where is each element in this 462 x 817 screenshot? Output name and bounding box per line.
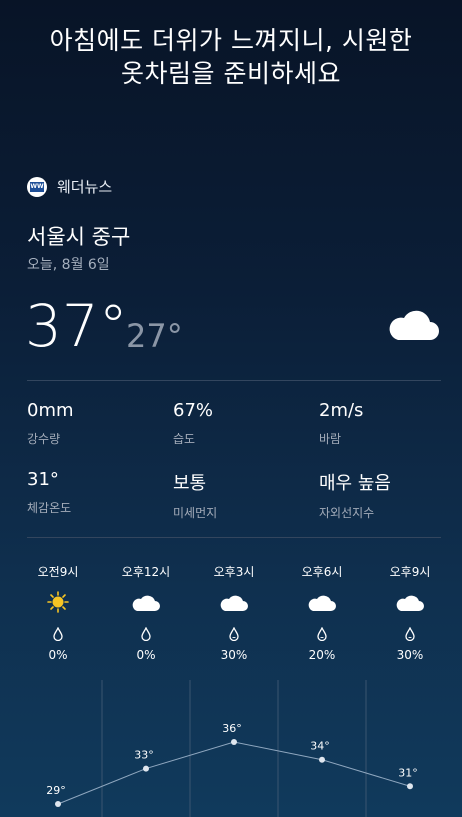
divider [27,537,441,538]
hourly-item: 오후12시 0% [106,563,186,662]
raindrop-icon [229,627,239,641]
precip-chance: 0% [48,648,68,662]
hour-time: 오전9시 [37,565,79,579]
stat-value: 0mm [27,400,74,421]
weathernews-logo-icon: WW [27,176,47,197]
stat-label: 바람 [319,432,342,446]
stat-humidity: 67% 습도 [173,400,313,447]
stat-value: 31° [27,469,59,490]
cloud-icon [396,595,424,611]
stat-label: 미세먼지 [173,506,218,520]
precip-chance: 0% [136,648,156,662]
stat-value: 보통 [173,473,207,494]
temperature-point [407,783,413,790]
location-name: 서울시 중구 [27,225,131,249]
stat-uv-index: 매우 높음 자외선지수 [319,469,459,521]
temperature-line [57,741,411,805]
hour-time: 오후12시 [121,565,171,579]
temperature-label: 31° [398,766,418,779]
raindrop-icon [141,627,151,641]
stat-wind: 2m/s 바람 [319,400,459,447]
hourly-item: 오후9시 30% [370,563,450,662]
low-temperature: 27° [126,317,183,355]
brand-name: 웨더뉴스 [57,178,113,196]
precip-chance: 30% [220,648,248,662]
stat-feels-like: 31° 체감온도 [27,469,167,516]
temperature-point [55,801,61,807]
divider [27,380,441,381]
precip-chance: 30% [396,648,424,662]
temperature-point [143,765,149,772]
hour-time: 오후6시 [301,565,343,579]
hourly-forecast: 오전9시 0% 오후12시 0% 오후3시 30% 오후6시 20% 오후9시 … [0,563,462,673]
cloud-icon [308,595,336,611]
hourly-temperature-graph: 29° 33° 36° 34° 31° [46,680,418,817]
raindrop-icon [317,627,327,641]
temperature-label: 36° [222,722,242,735]
cloud-icon [132,595,160,611]
raindrop-icon [53,627,63,641]
temperature-label: 33° [134,749,154,762]
brand[interactable]: WW 웨더뉴스 [27,176,112,197]
stat-value: 매우 높음 [319,473,391,494]
stat-label: 체감온도 [27,501,72,515]
stat-label: 자외선지수 [319,506,375,520]
temperature-point [319,756,325,763]
stat-precipitation: 0mm 강수량 [27,400,167,447]
cloud-icon [389,310,439,340]
brand-logo-text: WW [30,181,44,192]
hourly-item: 오후3시 30% [194,563,274,662]
stat-fine-dust: 보통 미세먼지 [173,469,313,521]
temperature-label: 29° [46,784,66,797]
headline-line-2: 옷차림을 준비하세요 [121,59,341,88]
raindrop-icon [405,627,415,641]
precip-chance: 20% [308,648,336,662]
cloud-icon [220,595,248,611]
headline: 아침에도 더위가 느껴지니, 시원한 옷차림을 준비하세요 [0,24,462,90]
temperature-point [231,739,237,745]
temperature-label: 34° [310,740,330,753]
sun-icon [47,591,69,613]
stat-label: 강수량 [27,432,61,446]
hourly-item: 오전9시 0% [18,563,98,662]
current-temperature: 37° [25,292,128,360]
hourly-item: 오후6시 20% [282,563,362,662]
stat-value: 2m/s [319,400,364,421]
hour-time: 오후3시 [213,565,255,579]
date-label: 오늘, 8월 6일 [27,257,110,273]
stat-value: 67% [173,400,214,421]
headline-line-1: 아침에도 더위가 느껴지니, 시원한 [49,26,413,55]
stat-label: 습도 [173,432,196,446]
hour-time: 오후9시 [389,565,431,579]
